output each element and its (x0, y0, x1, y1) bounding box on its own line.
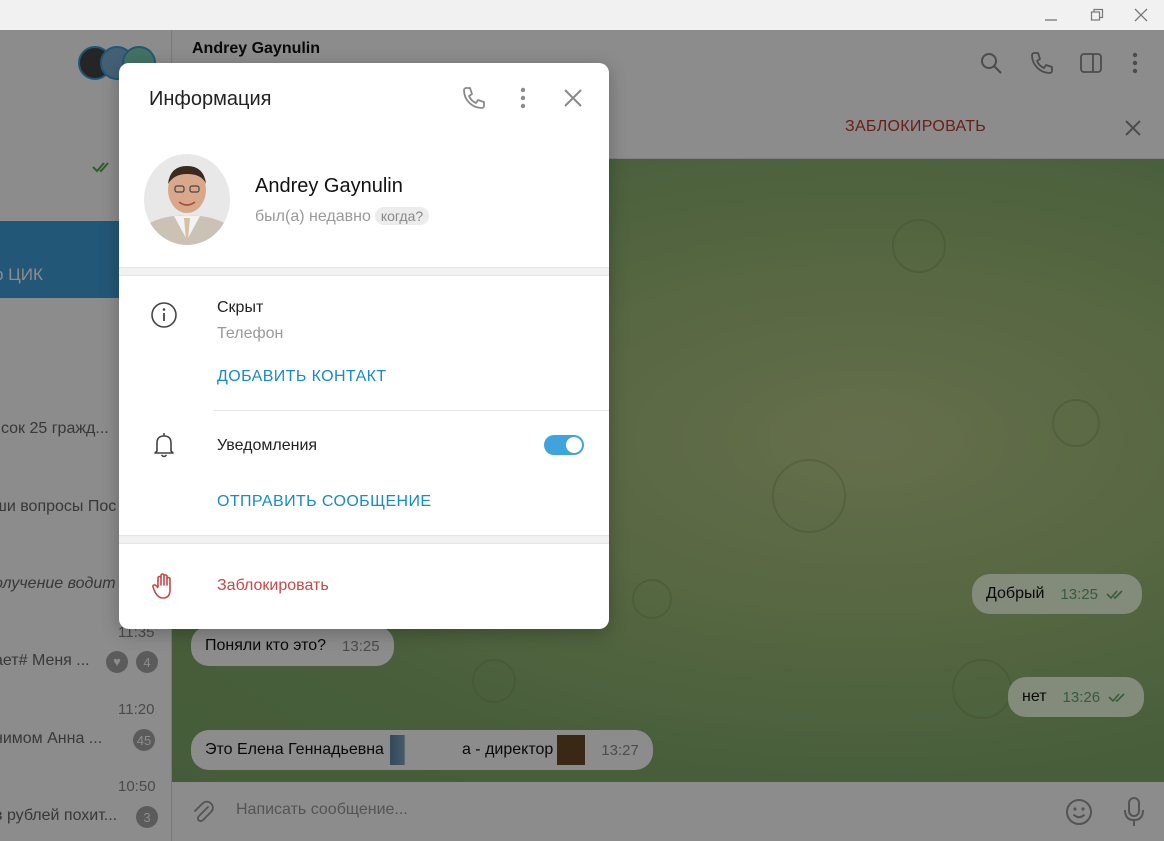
section-separator (119, 535, 609, 544)
add-contact-button[interactable]: ДОБАВИТЬ КОНТАКТ (217, 368, 387, 386)
divider (213, 410, 609, 411)
more-vertical-icon[interactable] (1122, 50, 1148, 76)
message-text-end: а - директор (461, 741, 554, 758)
last-seen-pill[interactable]: когда? (374, 207, 430, 225)
close-icon[interactable] (560, 85, 586, 111)
phone-value[interactable]: Скрыт (217, 299, 263, 317)
phone-icon[interactable] (460, 85, 486, 111)
block-user-button[interactable]: ЗАБЛОКИРОВАТЬ (845, 118, 986, 136)
chat-item-preview[interactable]: исок 25 гражд... (0, 420, 109, 438)
chat-item-preview[interactable]: олучение водит (0, 575, 116, 593)
message-time: 13:25 (1060, 585, 1098, 603)
double-check-icon (92, 162, 109, 173)
double-check-icon (1108, 693, 1125, 703)
message-time: 13:25 (342, 637, 380, 655)
user-status-text: был(а) недавно (255, 208, 371, 225)
phone-label: Телефон (217, 325, 284, 342)
notifications-toggle[interactable] (544, 435, 584, 455)
message-text: нет (1022, 688, 1047, 705)
search-icon[interactable] (978, 50, 1004, 76)
section-separator (119, 267, 609, 276)
phone-icon[interactable] (1028, 50, 1054, 76)
bell-icon (154, 433, 174, 458)
message-text: Добрый (986, 585, 1045, 602)
restore-icon[interactable] (1086, 5, 1108, 25)
unread-badge: 45 (133, 729, 155, 751)
unread-badge: 3 (136, 806, 158, 828)
avatar[interactable] (144, 154, 230, 245)
dialog-title: Информация (149, 88, 272, 110)
hand-stop-icon (152, 573, 171, 599)
redacted-block (389, 735, 460, 765)
message-incoming[interactable]: Поняли кто это? 13:25 (191, 626, 394, 666)
chat-title[interactable]: Andrey Gaynulin (192, 40, 320, 58)
more-vertical-icon[interactable] (510, 85, 536, 111)
message-incoming[interactable]: Это Елена Геннадьевна а - директор 13:27 (191, 730, 653, 770)
info-icon (151, 302, 177, 328)
minimize-icon[interactable] (1040, 5, 1062, 25)
user-name: Andrey Gaynulin (255, 175, 403, 197)
window-titlebar (0, 0, 1164, 30)
message-text: Это Елена Геннадьевна (205, 741, 384, 758)
chat-item-preview[interactable]: в рублей похит... (0, 807, 117, 825)
message-composer: Написать сообщение... (172, 782, 1164, 841)
double-check-icon (1106, 590, 1123, 600)
unread-badge: 4 (136, 651, 158, 673)
redacted-block (557, 735, 586, 765)
send-message-button[interactable]: ОТПРАВИТЬ СООБЩЕНИЕ (217, 493, 431, 511)
paperclip-icon[interactable] (190, 799, 216, 825)
toggle-knob (566, 437, 582, 453)
user-info-dialog: Информация Andrey Gaynulin был(а) недавн… (119, 63, 609, 629)
chat-item-preview[interactable]: ает# Меня ... (0, 652, 90, 670)
chat-item-preview[interactable]: нимом Анна ... (0, 730, 102, 748)
message-time: 13:27 (601, 741, 639, 759)
message-outgoing[interactable]: Добрый 13:25 (972, 574, 1142, 614)
close-bar-icon[interactable] (1124, 119, 1142, 137)
sidebar-toggle-icon[interactable] (1078, 50, 1104, 76)
chat-item-time: 10:50 (118, 778, 156, 795)
notifications-label: Уведомления (217, 437, 318, 454)
chat-item-title: р ЦИК (0, 265, 43, 284)
user-status: был(а) недавно когда? (255, 207, 430, 226)
chat-item-time: 11:20 (118, 701, 155, 718)
microphone-icon[interactable] (1120, 796, 1148, 828)
chat-item-preview[interactable]: ши вопросы Пос (0, 498, 116, 516)
heart-icon: ♥ (106, 651, 128, 673)
message-text: Поняли кто это? (205, 637, 327, 654)
close-icon[interactable] (1130, 5, 1152, 25)
emoji-icon[interactable] (1064, 797, 1094, 827)
message-time: 13:26 (1062, 688, 1101, 706)
message-input[interactable]: Написать сообщение... (236, 801, 408, 819)
block-user-button[interactable]: Заблокировать (217, 577, 329, 595)
message-outgoing[interactable]: нет 13:26 (1008, 677, 1145, 717)
